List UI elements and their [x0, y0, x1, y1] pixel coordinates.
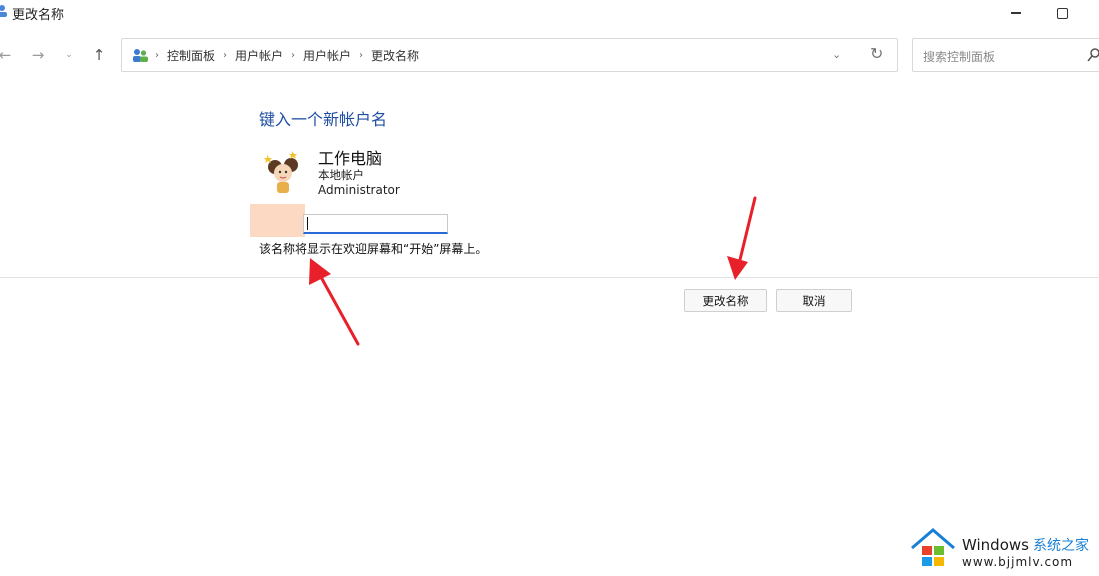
- watermark-brand-name: Windows: [962, 536, 1029, 554]
- annotation-arrow-input-icon: [309, 258, 360, 346]
- annotation-arrows: [309, 196, 757, 346]
- watermark-brand: Windows 系统之家: [962, 535, 1089, 555]
- annotation-arrow-button-icon: [727, 196, 757, 280]
- windows-logo-icon: [911, 528, 955, 566]
- watermark-brand-cn: 系统之家: [1032, 538, 1089, 554]
- watermark-url: www.bjjmlv.com: [962, 555, 1074, 569]
